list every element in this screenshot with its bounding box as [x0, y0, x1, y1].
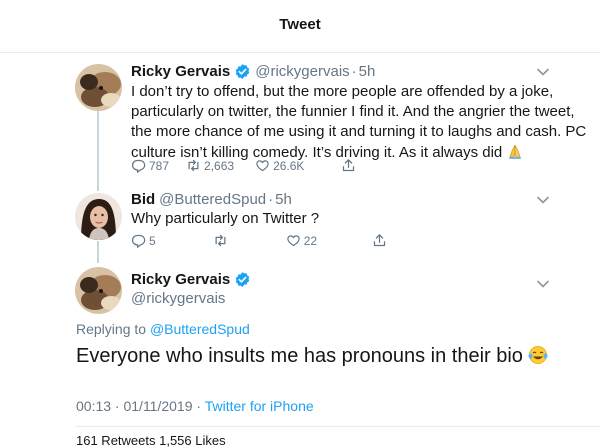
author-handle[interactable]: @rickygervais: [131, 290, 225, 307]
chevron-down-icon[interactable]: [537, 196, 549, 204]
like-button[interactable]: 22: [286, 233, 317, 248]
like-count: 26.6K: [273, 158, 305, 173]
tweet-body: Why particularly on Twitter ?: [131, 210, 320, 227]
page-title: Tweet: [279, 16, 321, 33]
reply-button[interactable]: 5: [131, 233, 156, 248]
verified-badge-icon: [236, 272, 250, 287]
header-bar: Tweet: [0, 0, 600, 53]
retweet-icon: [188, 159, 199, 172]
retweet-count: 2,663: [204, 158, 235, 173]
tweet-actions: 787 2,663 26.6K: [131, 158, 356, 173]
replying-to: Replying to @ButteredSpud: [76, 321, 250, 337]
reply-icon: [132, 234, 146, 248]
tweet-source-link[interactable]: Twitter for iPhone: [205, 398, 314, 414]
tweet-author-row: Ricky Gervais @rickygervais · 5h: [131, 63, 375, 80]
tweet-metadata: 00:13 · 01/11/2019 · Twitter for iPhone: [76, 398, 314, 414]
folded-hands-emoji: [509, 144, 522, 159]
author-name[interactable]: Ricky Gervais: [131, 63, 230, 80]
like-button[interactable]: 26.6K: [255, 158, 304, 173]
separator-dot: ·: [268, 191, 274, 208]
tweet-time[interactable]: 5h: [275, 191, 292, 208]
verified-badge-icon: [236, 64, 250, 79]
share-button[interactable]: [372, 233, 387, 248]
chevron-down-icon[interactable]: [537, 280, 549, 288]
author-handle[interactable]: @rickygervais: [255, 63, 349, 80]
main-tweet-text: Everyone who insults me has pronouns in …: [76, 343, 548, 369]
reply-button[interactable]: 787: [131, 158, 169, 173]
retweet-button[interactable]: [213, 233, 231, 248]
engagement-stats[interactable]: 161 Retweets 1,556 Likes: [76, 433, 226, 448]
tweet-time[interactable]: 5h: [359, 63, 376, 80]
avatar[interactable]: [75, 193, 122, 240]
laughing-tears-emoji: [528, 346, 548, 364]
tweet-text: Why particularly on Twitter ?: [131, 209, 596, 229]
divider: [76, 426, 600, 427]
tweet-timestamp: 00:13 · 01/11/2019 ·: [76, 398, 202, 414]
reply-icon: [132, 159, 146, 173]
thread-line: [97, 241, 99, 263]
reply-count: 787: [149, 158, 170, 173]
author-name[interactable]: Bid: [131, 191, 155, 208]
avatar[interactable]: [75, 64, 122, 111]
chevron-down-icon[interactable]: [537, 68, 549, 76]
author-name[interactable]: Ricky Gervais: [131, 271, 230, 288]
share-icon: [373, 234, 386, 247]
like-icon: [286, 235, 300, 247]
tweet-text: I don’t try to offend, but the more peop…: [131, 82, 596, 163]
thread-line: [97, 103, 99, 191]
reply-count: 5: [149, 233, 156, 248]
share-button[interactable]: [341, 158, 356, 173]
tweet-actions: 5 22: [131, 233, 387, 248]
tweet-body: Everyone who insults me has pronouns in …: [76, 345, 523, 367]
like-icon: [256, 160, 269, 172]
replying-prefix: Replying to: [76, 321, 147, 337]
author-handle[interactable]: @ButteredSpud: [159, 191, 266, 208]
mention-link[interactable]: @ButteredSpud: [150, 321, 250, 337]
like-count: 22: [303, 233, 318, 248]
share-icon: [343, 159, 355, 172]
retweet-icon: [215, 234, 226, 247]
main-author-handle-row: @rickygervais: [131, 290, 225, 307]
avatar[interactable]: [75, 267, 122, 314]
tweet-author-row: Bid @ButteredSpud · 5h: [131, 191, 292, 208]
separator-dot: ·: [351, 63, 357, 80]
main-author-name-row: Ricky Gervais: [131, 271, 251, 288]
retweet-button[interactable]: 2,663: [186, 158, 234, 173]
